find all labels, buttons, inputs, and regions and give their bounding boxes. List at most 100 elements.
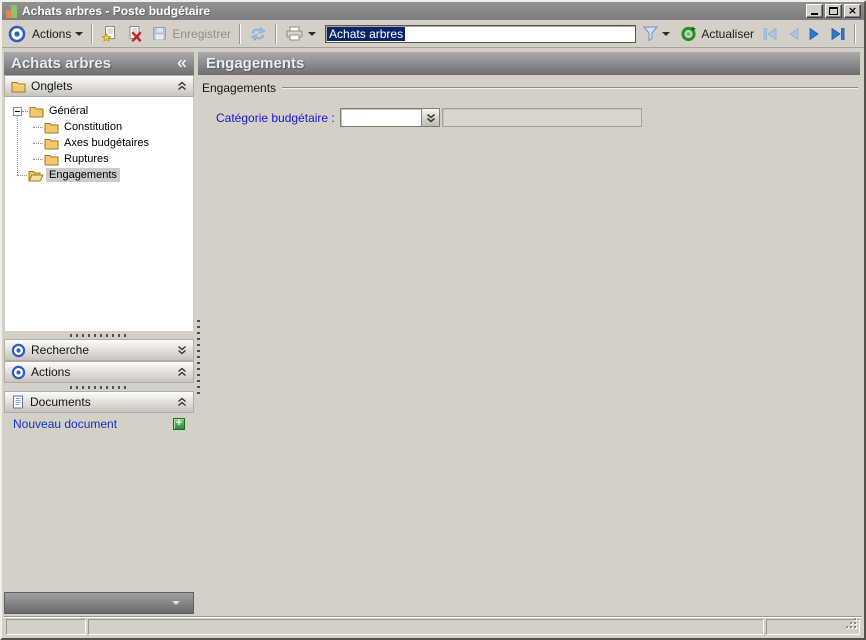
refresh-record-label: Actualiser [701, 26, 754, 41]
filter-button[interactable] [641, 23, 660, 44]
sidebar-title-bar: Achats arbres [4, 52, 194, 75]
folder-icon [29, 105, 44, 118]
panel-label-onglets: Onglets [31, 79, 73, 93]
save-icon [151, 25, 168, 42]
actualiser-icon [680, 25, 697, 42]
tree-item-label: Constitution [64, 121, 123, 133]
collapse-panel-icon[interactable] [177, 397, 187, 407]
toolbar-separator [239, 23, 242, 44]
maximize-button[interactable] [825, 4, 842, 18]
folder-icon [11, 80, 26, 93]
tree-item-general[interactable]: Général [5, 103, 193, 119]
main-header-title: Engagements [206, 55, 305, 72]
panel-header-onglets[interactable]: Onglets [4, 75, 194, 97]
new-document-link[interactable]: Nouveau document [13, 417, 117, 431]
category-field-row: Catégorie budgétaire : [202, 108, 858, 127]
app-window: Achats arbres - Poste budgétaire × Actio… [0, 0, 866, 640]
sidebar-splitter[interactable] [4, 383, 194, 391]
category-combobox-value [341, 109, 421, 126]
toolbar-separator [854, 23, 856, 44]
document-icon [11, 395, 25, 409]
sidebar-bottom-bar[interactable] [4, 592, 194, 614]
tree-item-engagements[interactable]: Engagements [17, 167, 193, 183]
window-title: Achats arbres - Poste budgétaire [22, 4, 211, 18]
statusbar-panel-right [766, 618, 860, 635]
sidebar-splitter[interactable] [4, 331, 194, 339]
minimize-icon [811, 13, 818, 15]
combobox-dropdown-button[interactable] [421, 109, 439, 126]
first-record-button[interactable] [758, 24, 782, 44]
new-record-button[interactable] [97, 23, 122, 44]
new-document-icon [101, 25, 118, 42]
print-options-chevron-icon [308, 31, 317, 36]
main-content: Engagements Engagements Catégorie budgét… [198, 50, 860, 614]
previous-record-button[interactable] [782, 24, 804, 44]
collapse-sidebar-button[interactable] [176, 58, 187, 69]
close-button[interactable]: × [844, 4, 861, 18]
panel-header-actions[interactable]: Actions [4, 361, 194, 383]
folder-icon [44, 137, 59, 150]
panel-header-recherche[interactable]: Recherche [4, 339, 194, 361]
splitter-grip-icon [70, 385, 128, 389]
collapse-node-icon[interactable] [13, 106, 22, 116]
tree-item-constitution[interactable]: Constitution [33, 119, 193, 135]
save-button[interactable]: Enregistrer [147, 23, 235, 44]
onglets-tree: Général Constitution Axes budgétaires Ru… [4, 97, 194, 331]
print-button[interactable] [281, 24, 320, 43]
category-field-label: Catégorie budgétaire : [216, 110, 335, 125]
target-icon [11, 343, 26, 358]
app-icon [5, 4, 18, 18]
statusbar-panel-center [88, 619, 764, 635]
tree-item-label: Engagements [46, 168, 120, 182]
actions-menu-label: Actions [32, 26, 72, 41]
titlebar: Achats arbres - Poste budgétaire × [2, 2, 864, 20]
sidebar: Achats arbres Onglets Général Constituti… [4, 50, 194, 614]
toolbar-separator [91, 23, 94, 44]
save-button-label: Enregistrer [172, 26, 232, 41]
previous-record-icon [785, 26, 801, 42]
filter-options-button[interactable] [660, 30, 672, 38]
splitter-grip-icon [70, 333, 128, 337]
folder-icon [44, 153, 59, 166]
toolbar: Actions Enregistrer Achats arbres Actual… [2, 20, 864, 48]
panel-label-actions: Actions [31, 365, 71, 379]
delete-record-button[interactable] [122, 23, 147, 44]
collapse-panel-icon[interactable] [177, 81, 187, 91]
tree-item-label: Ruptures [64, 153, 109, 165]
category-combobox[interactable] [340, 108, 440, 127]
actions-menu-button[interactable]: Actions [28, 25, 87, 43]
next-record-button[interactable] [804, 24, 826, 44]
resize-grip-icon[interactable] [846, 618, 858, 633]
next-record-icon [807, 26, 823, 42]
tree-connector-line [17, 113, 18, 175]
refresh-data-button[interactable] [245, 24, 271, 44]
record-title-input[interactable]: Achats arbres [325, 24, 637, 43]
toolbar-separator [275, 23, 278, 44]
delete-document-icon [126, 25, 143, 42]
close-icon: × [847, 4, 858, 17]
statusbar-panel-left [6, 619, 86, 635]
target-icon [11, 365, 26, 380]
main-header: Engagements [198, 52, 860, 75]
record-title-selected-text: Achats arbres [327, 26, 406, 41]
last-record-button[interactable] [826, 24, 850, 44]
tree-item-ruptures[interactable]: Ruptures [33, 151, 193, 167]
target-icon [8, 25, 26, 43]
chevron-down-icon [172, 601, 180, 605]
groupbox-border-line [282, 87, 858, 89]
maximize-icon [829, 7, 838, 15]
panel-header-documents[interactable]: Documents [4, 391, 194, 413]
panel-label-documents: Documents [30, 395, 91, 409]
folder-icon [44, 121, 59, 134]
printer-icon [285, 26, 304, 41]
sidebar-empty-space [4, 435, 194, 592]
tree-item-axes-budgetaires[interactable]: Axes budgétaires [33, 135, 193, 151]
expand-panel-icon[interactable] [177, 345, 187, 355]
refresh-record-button[interactable]: Actualiser [676, 23, 758, 44]
tree-item-label: Axes budgétaires [64, 137, 149, 149]
add-document-button[interactable]: + [173, 418, 185, 430]
last-record-icon [829, 26, 847, 42]
minimize-button[interactable] [806, 4, 823, 18]
collapse-panel-icon[interactable] [177, 367, 187, 377]
chevron-down-icon [75, 31, 84, 36]
